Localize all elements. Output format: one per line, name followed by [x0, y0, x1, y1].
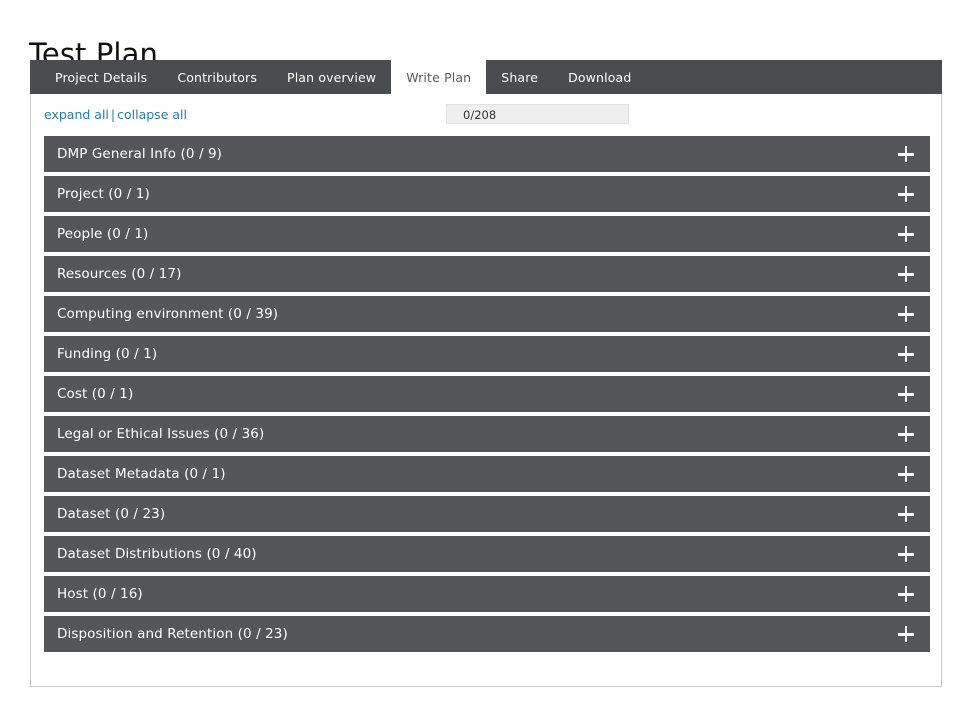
plus-icon-vertical [904, 266, 908, 282]
plus-icon-vertical [904, 466, 908, 482]
accordion-section-label: People (0 / 1) [57, 226, 149, 242]
accordion-section[interactable]: DMP General Info (0 / 9) [44, 136, 930, 172]
plus-icon-vertical [904, 426, 908, 442]
plan-toolbar: expand all | collapse all 0/208 [31, 94, 941, 134]
plus-icon[interactable] [892, 336, 920, 372]
tab-bar: Project Details Contributors Plan overview… [30, 60, 942, 94]
accordion-section[interactable]: Project (0 / 1) [44, 176, 930, 212]
accordion-section[interactable]: Dataset Metadata (0 / 1) [44, 456, 930, 492]
plus-icon-vertical [904, 146, 908, 162]
accordion-section[interactable]: Resources (0 / 17) [44, 256, 930, 292]
accordion-section-label: Dataset Distributions (0 / 40) [57, 546, 257, 562]
tab-project-details[interactable]: Project Details [40, 60, 162, 94]
accordion-section-label: Funding (0 / 1) [57, 346, 158, 362]
plus-icon[interactable] [892, 216, 920, 252]
plus-icon-vertical [904, 306, 908, 322]
plus-icon-vertical [904, 546, 908, 562]
accordion-section[interactable]: Disposition and Retention (0 / 23) [44, 616, 930, 652]
plus-icon[interactable] [892, 496, 920, 532]
accordion-section[interactable]: Legal or Ethical Issues (0 / 36) [44, 416, 930, 452]
collapse-all-link[interactable]: collapse all [117, 107, 187, 122]
plus-icon[interactable] [892, 616, 920, 652]
plus-icon[interactable] [892, 576, 920, 612]
accordion-section-label: Resources (0 / 17) [57, 266, 182, 282]
tab-contributors[interactable]: Contributors [162, 60, 272, 94]
links-separator: | [110, 107, 116, 122]
plus-icon[interactable] [892, 296, 920, 332]
accordion-section-label: Dataset Metadata (0 / 1) [57, 466, 226, 482]
tab-download[interactable]: Download [553, 60, 646, 94]
plus-icon[interactable] [892, 376, 920, 412]
accordion-section-label: Legal or Ethical Issues (0 / 36) [57, 426, 265, 442]
tab-plan-overview[interactable]: Plan overview [272, 60, 391, 94]
accordion-section-label: Computing environment (0 / 39) [57, 306, 279, 322]
accordion-section-label: Project (0 / 1) [57, 186, 150, 202]
accordion-section-label: DMP General Info (0 / 9) [57, 146, 223, 162]
plus-icon[interactable] [892, 176, 920, 212]
accordion-section[interactable]: Dataset (0 / 23) [44, 496, 930, 532]
accordion-section-label: Dataset (0 / 23) [57, 506, 166, 522]
plus-icon-vertical [904, 626, 908, 642]
tab-write-plan[interactable]: Write Plan [391, 60, 487, 94]
accordion-section-label: Disposition and Retention (0 / 23) [57, 626, 288, 642]
write-plan-panel: expand all | collapse all 0/208 DMP Genera… [30, 94, 942, 687]
write-plan-page: Test Plan Project Details Contributors Pla… [0, 0, 971, 710]
plus-icon[interactable] [892, 456, 920, 492]
accordion-section[interactable]: Funding (0 / 1) [44, 336, 930, 372]
plus-icon[interactable] [892, 136, 920, 172]
plus-icon-vertical [904, 186, 908, 202]
accordion-section-label: Cost (0 / 1) [57, 386, 134, 402]
plan-progress-text: 0/208 [463, 108, 497, 122]
plus-icon-vertical [904, 346, 908, 362]
plus-icon[interactable] [892, 256, 920, 292]
accordion-section[interactable]: Dataset Distributions (0 / 40) [44, 536, 930, 572]
section-accordion: DMP General Info (0 / 9) Project (0 / 1) P… [44, 136, 930, 656]
plus-icon[interactable] [892, 416, 920, 452]
expand-collapse-links: expand all | collapse all [44, 107, 187, 122]
accordion-section-label: Host (0 / 16) [57, 586, 143, 602]
plus-icon-vertical [904, 586, 908, 602]
tab-share[interactable]: Share [486, 60, 553, 94]
plus-icon-vertical [904, 506, 908, 522]
accordion-section[interactable]: Computing environment (0 / 39) [44, 296, 930, 332]
plus-icon[interactable] [892, 536, 920, 572]
accordion-section[interactable]: People (0 / 1) [44, 216, 930, 252]
plan-progress-bar: 0/208 [446, 104, 629, 124]
accordion-section[interactable]: Host (0 / 16) [44, 576, 930, 612]
plus-icon-vertical [904, 226, 908, 242]
accordion-section[interactable]: Cost (0 / 1) [44, 376, 930, 412]
expand-all-link[interactable]: expand all [44, 107, 109, 122]
plus-icon-vertical [904, 386, 908, 402]
